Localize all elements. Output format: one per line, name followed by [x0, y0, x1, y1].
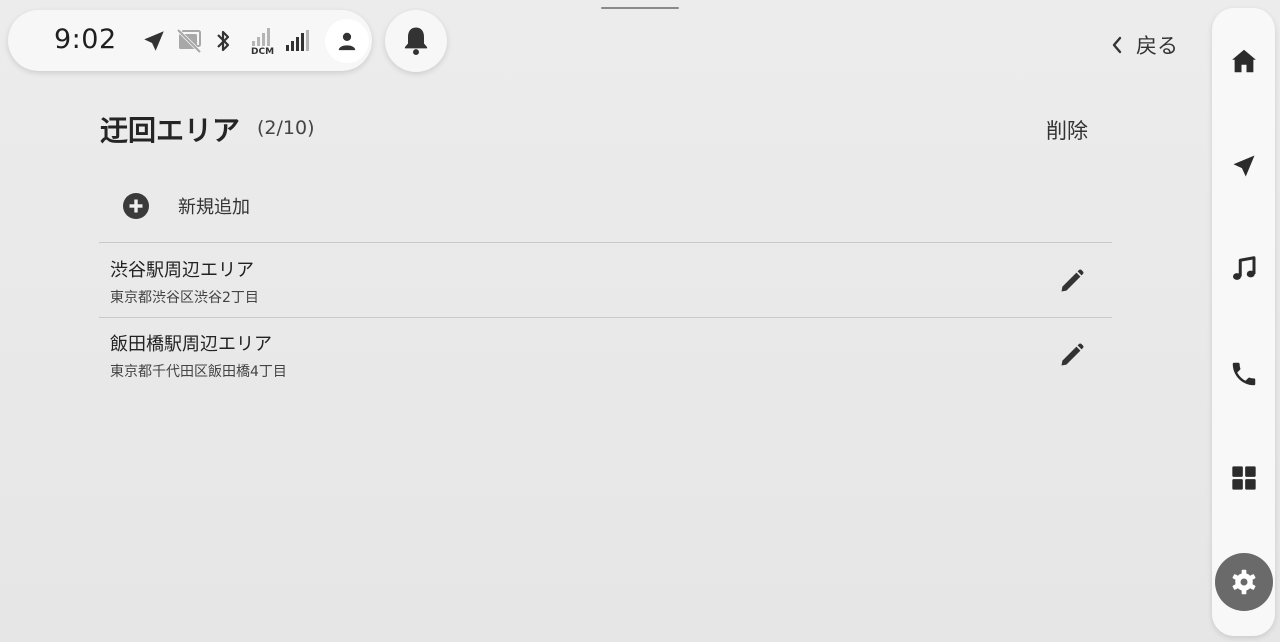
phone-icon [1232, 362, 1255, 386]
bell-icon [404, 27, 428, 56]
back-label: 戻る [1136, 34, 1178, 58]
nav-apps-button[interactable] [1212, 448, 1275, 508]
home-icon [1231, 49, 1256, 73]
area-count: (2/10) [257, 117, 315, 139]
apps-grid-icon [1231, 466, 1256, 490]
list-item[interactable]: 渋谷駅周辺エリア 東京都渋谷区渋谷2丁目 [99, 243, 1112, 317]
nav-music-button[interactable] [1212, 239, 1275, 299]
top-drag-handle[interactable] [601, 7, 679, 9]
plus-circle-icon [123, 193, 149, 219]
area-address: 東京都渋谷区渋谷2丁目 [110, 290, 259, 306]
area-name: 飯田橋駅周辺エリア [110, 334, 272, 355]
user-profile-button[interactable] [325, 19, 369, 63]
status-bar: 9:02 DCM [8, 10, 372, 71]
dcm-signal-icon: DCM [242, 25, 276, 59]
delete-button[interactable]: 削除 [1046, 115, 1088, 145]
navigation-arrow-icon [1233, 155, 1254, 177]
nav-settings-button[interactable] [1215, 553, 1273, 611]
add-new-area-button[interactable]: 新規追加 [122, 192, 250, 220]
pencil-icon [1061, 343, 1084, 366]
nav-phone-button[interactable] [1212, 344, 1275, 404]
gear-icon [1232, 569, 1256, 595]
dcm-label: DCM [251, 47, 275, 57]
pencil-icon [1061, 269, 1084, 292]
nav-home-button[interactable] [1212, 31, 1275, 91]
area-name: 渋谷駅周辺エリア [110, 260, 254, 281]
screen-off-icon [176, 28, 202, 54]
list-item[interactable]: 飯田橋駅周辺エリア 東京都千代田区飯田橋4丁目 [99, 317, 1112, 391]
add-new-label: 新規追加 [178, 197, 250, 218]
bluetooth-icon [217, 30, 230, 52]
navigation-arrow-icon [144, 31, 164, 51]
notifications-button[interactable] [385, 10, 447, 72]
edit-area-button[interactable] [1054, 337, 1090, 373]
chevron-left-icon [1112, 36, 1122, 54]
music-note-icon [1232, 256, 1255, 280]
clock: 9:02 [54, 24, 117, 55]
person-icon [338, 32, 356, 51]
side-navigation-rail [1212, 8, 1275, 636]
cellular-signal-icon [286, 30, 309, 51]
page-title: 迂回エリア [100, 114, 241, 147]
nav-navigation-button[interactable] [1212, 136, 1275, 196]
edit-area-button[interactable] [1054, 263, 1090, 299]
area-address: 東京都千代田区飯田橋4丁目 [110, 364, 287, 380]
back-button[interactable]: 戻る [1110, 30, 1178, 60]
